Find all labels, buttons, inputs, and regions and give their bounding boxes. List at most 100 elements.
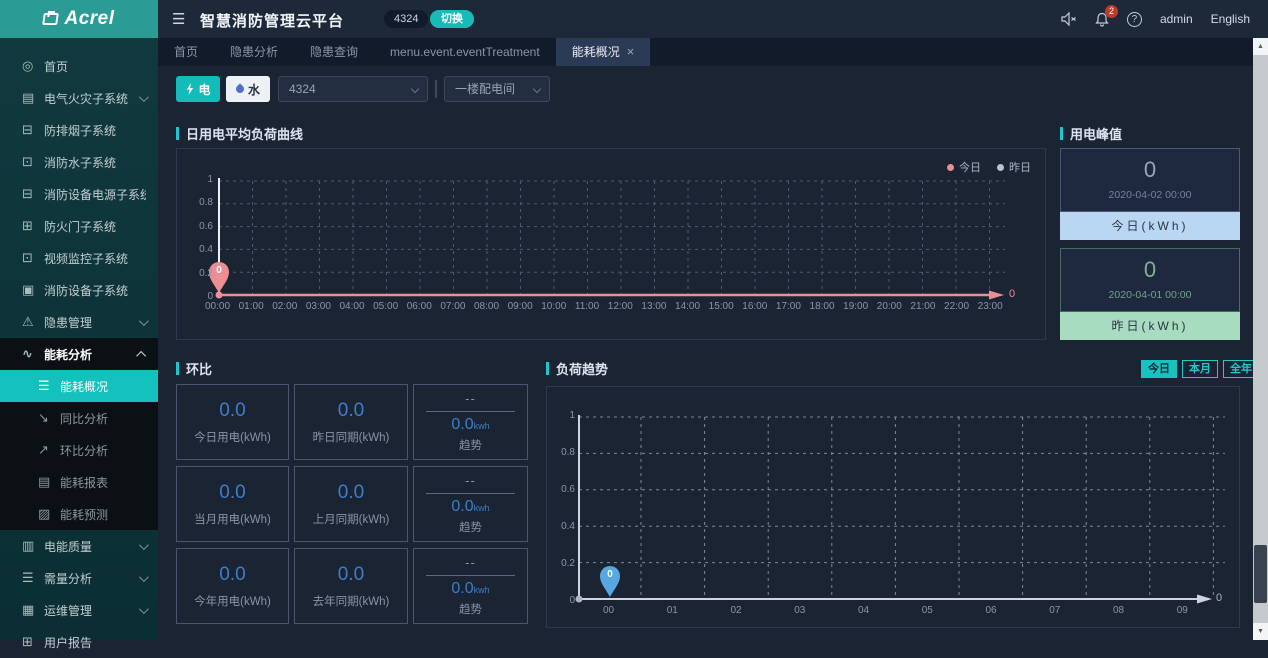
axis-tick-label: 02:00 xyxy=(272,301,297,312)
scrollbar-track[interactable] xyxy=(1253,55,1268,623)
axis-tick-label: 12:00 xyxy=(608,301,633,312)
huanbi-card-lastmonth-usage: 0.0 上月同期(kWh) xyxy=(294,466,408,542)
lightning-icon xyxy=(185,83,194,95)
axis-tick-label: 22:00 xyxy=(944,301,969,312)
sidebar-item-fire-door[interactable]: ⊞ 防火门子系统 xyxy=(0,210,158,242)
huanbi-title: 环比 xyxy=(176,359,212,378)
sidebar-item-demand-analysis[interactable]: ☰ 需量分析 xyxy=(0,562,158,594)
peak-yesterday-value: 0 xyxy=(1061,257,1239,283)
chevron-down-icon xyxy=(533,85,541,93)
water-filter-button[interactable]: 水 xyxy=(226,76,270,102)
range-button-today[interactable]: 今日 xyxy=(1141,360,1177,378)
menu-fold-icon[interactable]: ☰ xyxy=(172,10,185,28)
peak-yesterday-time: 2020-04-01 00:00 xyxy=(1061,289,1239,301)
sidebar-item-power-quality[interactable]: ▥ 电能质量 xyxy=(0,530,158,562)
help-icon[interactable]: ? xyxy=(1127,12,1142,27)
sidebar-subitem-yoy-analysis[interactable]: ↘ 同比分析 xyxy=(0,402,158,434)
warning-icon: ⚠ xyxy=(22,314,44,330)
page-title: 智慧消防管理云平台 xyxy=(200,10,344,31)
sidebar-item-fire-water[interactable]: ⊡ 消防水子系统 xyxy=(0,146,158,178)
tab-hazard-analysis[interactable]: 隐患分析 xyxy=(214,38,294,66)
sidebar-subitem-energy-overview[interactable]: ☰ 能耗概况 xyxy=(0,370,158,402)
chevron-down-icon xyxy=(139,572,149,582)
peak-today-value: 0 xyxy=(1061,157,1239,183)
axis-tick-label: 02 xyxy=(731,605,742,616)
chart-icon: ▤ xyxy=(22,90,44,106)
tab-home[interactable]: 首页 xyxy=(158,38,214,66)
axis-tick-label: 23:00 xyxy=(978,301,1003,312)
scrollbar-thumb[interactable] xyxy=(1254,545,1267,603)
axis-tick-label: 16:00 xyxy=(742,301,767,312)
list-icon: ☰ xyxy=(38,378,60,394)
sidebar-item-energy-analysis[interactable]: ∿ 能耗分析 xyxy=(0,338,158,370)
sidebar-item-smoke-control[interactable]: ⊟ 防排烟子系统 xyxy=(0,114,158,146)
trend-up-icon: ↗ xyxy=(38,442,60,458)
mute-icon[interactable] xyxy=(1061,12,1077,26)
electric-filter-button[interactable]: 电 xyxy=(176,76,220,102)
peak-panel-title: 用电峰值 xyxy=(1060,124,1122,143)
sidebar-item-ops-management[interactable]: ▦ 运维管理 xyxy=(0,594,158,626)
load-trend-canvas xyxy=(547,387,1239,627)
chevron-down-icon xyxy=(139,540,149,550)
sidebar-item-home[interactable]: ◎ 首页 xyxy=(0,50,158,82)
video-icon: ⊡ xyxy=(22,250,44,266)
daily-load-chart: 今日 昨日 0 0 10.80.60.40.20 00:0001:0002:00… xyxy=(176,148,1046,340)
sidebar-subitem-energy-forecast[interactable]: ▨ 能耗预测 xyxy=(0,498,158,530)
demand-icon: ☰ xyxy=(22,570,44,586)
sidebar-subitem-mom-analysis[interactable]: ↗ 环比分析 xyxy=(0,434,158,466)
peak-card-yesterday: 0 2020-04-01 00:00 昨日(kWh) xyxy=(1060,248,1240,340)
tab-event-treatment[interactable]: menu.event.eventTreatment xyxy=(374,38,556,66)
axis-tick-label: 17:00 xyxy=(776,301,801,312)
sidebar-item-device-power[interactable]: ⊟ 消防设备电源子系统 xyxy=(0,178,158,210)
axis-tick-label: 07:00 xyxy=(440,301,465,312)
scrollbar-down-arrow[interactable]: ▼ xyxy=(1253,623,1268,640)
axis-tick-label: 1 xyxy=(569,410,575,421)
peak-yesterday-label: 昨日(kWh) xyxy=(1060,312,1240,340)
sidebar-item-video-monitor[interactable]: ⊡ 视频监控子系统 xyxy=(0,242,158,274)
switch-button[interactable]: 切换 xyxy=(430,10,474,28)
axis-tick-label: 0 xyxy=(569,595,575,606)
user-menu[interactable]: admin xyxy=(1160,12,1193,26)
water-drop-icon xyxy=(234,83,245,94)
divider xyxy=(426,575,514,576)
daily-chart-title: 日用电平均负荷曲线 xyxy=(176,124,303,143)
fire-door-icon: ⊞ xyxy=(22,218,44,234)
tab-energy-overview[interactable]: 能耗概况 × xyxy=(556,38,651,66)
trend-pin-value: 0 xyxy=(602,569,618,580)
huanbi-trend-card-year: -- 0.0kwh 趋势 xyxy=(413,548,528,624)
sidebar-item-hazard-management[interactable]: ⚠ 隐患管理 xyxy=(0,306,158,338)
axis-tick-label: 18:00 xyxy=(810,301,835,312)
axis-tick-label: 01:00 xyxy=(239,301,264,312)
axis-tick-label: 1 xyxy=(207,174,213,185)
sidebar-item-user-report[interactable]: ⊞ 用户报告 xyxy=(0,626,158,658)
brand-name: Acrel xyxy=(64,8,114,30)
sidebar-item-fire-device[interactable]: ▣ 消防设备子系统 xyxy=(0,274,158,306)
chevron-down-icon xyxy=(139,604,149,614)
daily-axis-end-value: 0 xyxy=(1009,288,1015,300)
waveform-icon: ∿ xyxy=(22,346,44,362)
axis-tick-label: 06:00 xyxy=(407,301,432,312)
smoke-system-icon: ⊟ xyxy=(22,122,44,138)
bell-icon[interactable]: 2 xyxy=(1095,12,1109,27)
axis-tick-label: 00 xyxy=(603,605,614,616)
sidebar-item-electric-fire[interactable]: ▤ 电气火灾子系统 xyxy=(0,82,158,114)
axis-tick-label: 09:00 xyxy=(508,301,533,312)
axis-tick-label: 05 xyxy=(922,605,933,616)
axis-tick-label: 03:00 xyxy=(306,301,331,312)
axis-tick-label: 10:00 xyxy=(541,301,566,312)
close-icon[interactable]: × xyxy=(627,38,635,66)
peak-card-today: 0 2020-04-02 00:00 今日(kWh) xyxy=(1060,148,1240,240)
huanbi-card-year-usage: 0.0 今年用电(kWh) xyxy=(176,548,289,624)
axis-tick-label: 0.4 xyxy=(199,244,213,255)
scrollbar-up-arrow[interactable]: ▲ xyxy=(1253,38,1268,55)
station-select[interactable]: 4324 xyxy=(278,76,428,102)
range-button-month[interactable]: 本月 xyxy=(1182,360,1218,378)
room-select[interactable]: 一楼配电间 xyxy=(444,76,550,102)
huanbi-trend-card-month: -- 0.0kwh 趋势 xyxy=(413,466,528,542)
language-switcher[interactable]: English xyxy=(1211,12,1250,26)
chevron-down-icon xyxy=(139,92,149,102)
load-trend-chart: 0 0 10.80.60.40.20 00010203040506070809 xyxy=(546,386,1240,628)
bar-chart-icon: ▤ xyxy=(38,474,60,490)
sidebar-subitem-energy-report[interactable]: ▤ 能耗报表 xyxy=(0,466,158,498)
tab-hazard-query[interactable]: 隐患查询 xyxy=(294,38,374,66)
